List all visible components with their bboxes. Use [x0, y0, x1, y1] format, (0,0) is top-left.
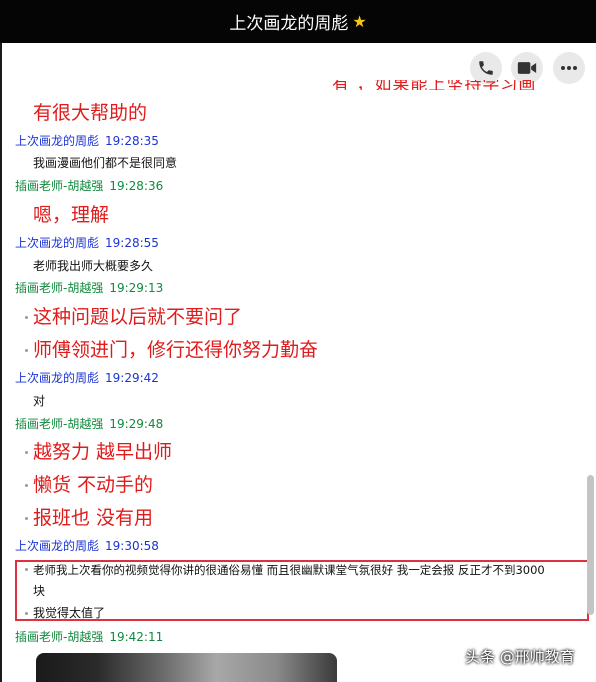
sender-name[interactable]: 插画老师-胡越强 [15, 179, 103, 193]
message-header: 插画老师-胡越强 19:42:11 [15, 630, 163, 644]
bullet-dot [25, 517, 28, 520]
watermark: 头条 @邢帅教育 [465, 648, 575, 666]
message-time: 19:30:58 [105, 539, 159, 553]
message-time: 19:29:13 [109, 281, 164, 295]
sender-name[interactable]: 上次画龙的周彪 [15, 539, 99, 553]
phone-icon [479, 61, 493, 75]
sender-name[interactable]: 插画老师-胡越强 [15, 281, 103, 295]
message-time: 19:28:35 [105, 134, 159, 148]
message-text: 我觉得太值了 [33, 606, 106, 620]
message-text: 块 [33, 584, 46, 598]
bullet-dot [25, 316, 28, 319]
message-text: 师傅领进门，修行还得你努力勤奋 [33, 339, 319, 361]
message-time: 19:28:36 [109, 179, 164, 193]
window-edge [0, 43, 2, 682]
message-header: 上次画龙的周彪 19:28:55 [15, 236, 159, 250]
sender-name[interactable]: 上次画龙的周彪 [15, 236, 99, 250]
star-icon: ★ [352, 12, 367, 31]
video-icon [517, 62, 537, 74]
message-text: 嗯，理解 [33, 204, 110, 226]
bullet-dot [25, 484, 28, 487]
bullet-dot [25, 349, 28, 352]
message-time: 19:42:11 [109, 630, 164, 644]
message-header: 插画老师-胡越强 19:29:13 [15, 281, 163, 295]
title-bar: 上次画龙的周彪 ★ [0, 0, 596, 43]
message-text: 越努力 越早出师 [33, 441, 173, 463]
message-text: 我画漫画他们都不是很同意 [33, 156, 178, 170]
message-text: 对 [33, 394, 46, 408]
image-message[interactable] [36, 653, 337, 682]
sender-name[interactable]: 上次画龙的周彪 [15, 134, 99, 148]
message-header: 上次画龙的周彪 19:30:58 [15, 539, 159, 553]
message-text: 懒货 不动手的 [33, 474, 154, 496]
bullet-dot [25, 612, 28, 615]
message-text: 老师我上次看你的视频觉得你讲的很通俗易懂 而且很幽默课堂气氛很好 我一定会报 反… [33, 563, 545, 577]
sender-name[interactable]: 插画老师-胡越强 [15, 417, 103, 431]
message-text: 这种问题以后就不要问了 [33, 306, 243, 328]
chat-title: 上次画龙的周彪 [229, 14, 349, 34]
sender-name[interactable]: 上次画龙的周彪 [15, 371, 99, 385]
bullet-dot [25, 451, 28, 454]
more-icon [561, 66, 577, 70]
message-time: 19:28:55 [105, 236, 159, 250]
message-text: 报班也 没有用 [33, 507, 154, 529]
message-header: 插画老师-胡越强 19:29:48 [15, 417, 163, 431]
scrollbar-thumb[interactable] [587, 475, 594, 615]
sender-name[interactable]: 插画老师-胡越强 [15, 630, 103, 644]
message-header: 上次画龙的周彪 19:28:35 [15, 134, 159, 148]
message-text: 有很大帮助的 [33, 102, 148, 124]
message-time: 19:29:48 [109, 417, 164, 431]
partial-message: 有 ，如果能上坚持学习画 [332, 80, 537, 90]
message-text: 老师我出师大概要多久 [33, 259, 154, 273]
message-header: 插画老师-胡越强 19:28:36 [15, 179, 163, 193]
message-time: 19:29:42 [105, 371, 159, 385]
message-header: 上次画龙的周彪 19:29:42 [15, 371, 159, 385]
bullet-dot [25, 568, 28, 571]
